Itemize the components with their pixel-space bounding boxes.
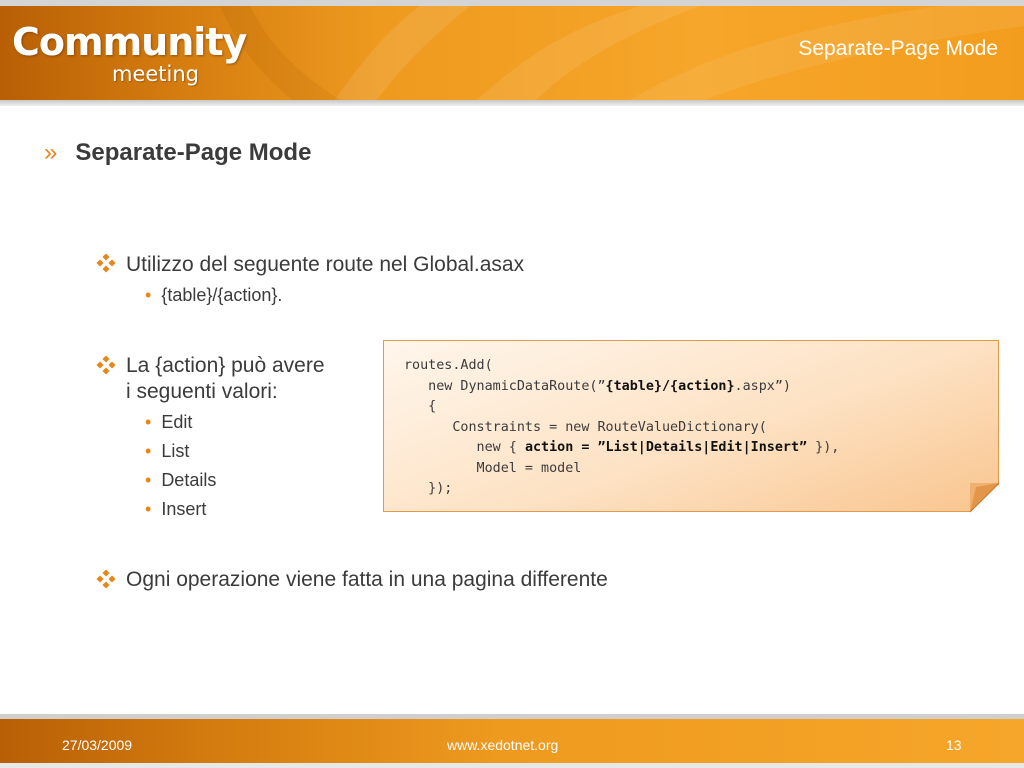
diamond-bullet-icon [96,355,116,375]
list-item: • {table}/{action}. [145,285,282,306]
code-snippet: routes.Add( new DynamicDataRoute(”{table… [404,356,839,500]
bullet-action-values: La {action} può avere i seguenti valori: [126,353,325,405]
bullet-route-usage: Utilizzo del seguente route nel Global.a… [126,253,525,276]
bullet-dot-icon: • [145,499,152,519]
code-line: { [404,399,437,414]
code-highlight: {table}/{action} [605,378,735,394]
list-item: • Details [145,470,216,491]
code-line: Constraints = new RouteValueDictionary( [404,419,767,435]
code-line: routes.Add( [404,358,493,373]
action-value-edit: Edit [161,412,193,432]
logo-community: Community [12,20,247,64]
code-line: }), [807,440,840,455]
slide-heading: » Separate-Page Mode [44,139,311,167]
action-value-insert: Insert [161,499,207,519]
bullet-action-line1: La {action} può avere [126,354,325,377]
code-highlight: action = ”List|Details|Edit|Insert” [524,440,808,455]
footer-page-number: 13 [946,737,962,753]
logo-meeting: meeting [112,62,200,86]
footer-website-link[interactable]: www.xedotnet.org [447,737,558,753]
bullet-dot-icon: • [145,285,152,305]
code-line: new DynamicDataRoute(” [404,378,606,394]
footer-date: 27/03/2009 [62,737,133,753]
code-line: }); [404,481,453,496]
header-slide-title: Separate-Page Mode [798,37,998,60]
list-item: • Edit [145,412,192,433]
bullet-dot-icon: • [145,412,152,432]
list-item: • List [145,441,189,462]
action-value-details: Details [161,470,217,490]
bullet-separate-page: Ogni operazione viene fatta in una pagin… [126,568,608,591]
code-line: new { [404,440,525,455]
bullet-dot-icon: • [145,441,152,461]
list-item: • Insert [145,499,206,520]
bullet-action-line2: i seguenti valori: [126,380,278,403]
route-pattern-text: {table}/{action}. [161,285,283,305]
page-curl-icon [970,483,1000,513]
action-value-list: List [161,441,190,461]
header-banner: Community meeting Separate-Page Mode [0,0,1024,106]
code-line: .aspx”) [734,378,791,394]
chevron-marker-icon: » [44,139,58,166]
code-line: Model = model [404,460,582,476]
diamond-bullet-icon [96,253,116,273]
diamond-bullet-icon [96,569,116,589]
slide-heading-text: Separate-Page Mode [75,139,312,166]
footer-bar: 27/03/2009 www.xedotnet.org 13 [0,714,1024,768]
bullet-dot-icon: • [145,470,152,490]
